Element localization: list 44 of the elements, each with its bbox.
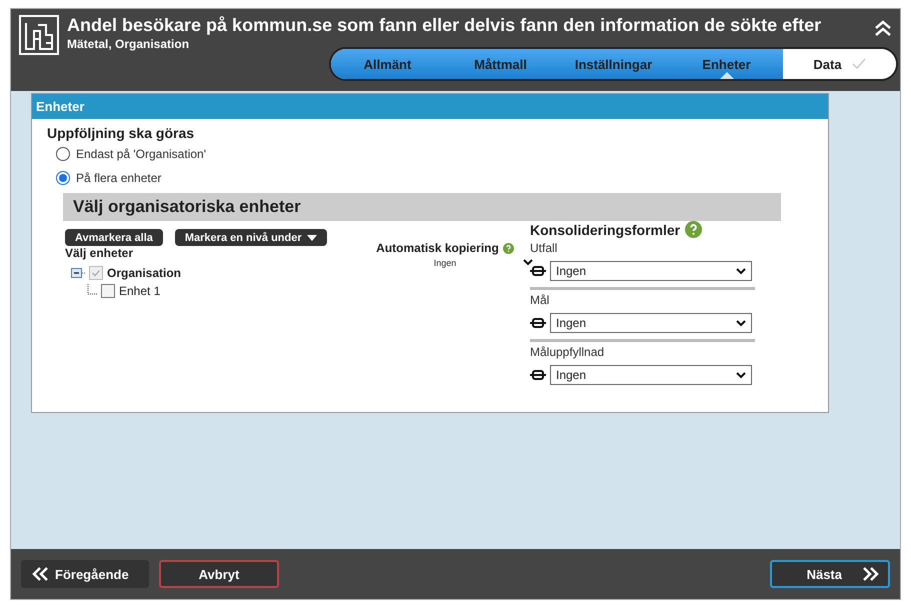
auto-copy-label: Automatisk kopiering bbox=[376, 241, 499, 255]
panel-title: Enheter bbox=[32, 94, 828, 119]
radio-button[interactable] bbox=[56, 171, 70, 185]
wizard-step[interactable]: Inställningar bbox=[557, 49, 670, 79]
action-button[interactable]: Avmarkera alla bbox=[65, 229, 163, 246]
field-label: Mål bbox=[530, 293, 550, 307]
radio-button[interactable] bbox=[56, 147, 70, 161]
wizard-step[interactable]: Allmänt bbox=[331, 49, 444, 79]
radio-label: På flera enheter bbox=[76, 171, 162, 185]
select-field[interactable]: Ingen bbox=[550, 313, 752, 333]
chevron-down-icon bbox=[736, 372, 746, 378]
link-icon bbox=[530, 370, 546, 380]
select-field[interactable]: Ingen bbox=[550, 365, 752, 385]
wizard-step[interactable]: Måttmall bbox=[444, 49, 557, 79]
dropdown-button[interactable]: Markera en nivå under bbox=[174, 229, 327, 246]
chevron-down-icon bbox=[736, 320, 746, 326]
chevron-down-icon bbox=[736, 268, 746, 274]
select-field[interactable]: Ingen bbox=[550, 261, 752, 281]
previous-button[interactable]: Föregående bbox=[21, 560, 149, 588]
chevron-down-icon bbox=[523, 259, 533, 266]
consolidation-title: Konsolideringsformler bbox=[530, 222, 680, 238]
help-icon[interactable] bbox=[502, 242, 514, 254]
logo-icon bbox=[19, 15, 59, 55]
wizard-step[interactable]: Enheter bbox=[670, 49, 783, 79]
field-label: Utfall bbox=[530, 241, 558, 255]
help-icon[interactable] bbox=[685, 221, 702, 238]
double-chevron-left-icon bbox=[31, 566, 49, 582]
check-icon bbox=[91, 268, 101, 278]
radio-label: Endast på 'Organisation' bbox=[76, 147, 206, 161]
question-label: Uppföljning ska göras bbox=[47, 125, 196, 141]
double-chevron-right-icon bbox=[862, 566, 880, 582]
check-icon bbox=[852, 58, 866, 70]
tree-label: Välj enheter bbox=[65, 246, 134, 260]
auto-copy-value[interactable]: Ingen bbox=[434, 258, 456, 268]
window-subtitle: Mätetal, Organisation bbox=[67, 37, 190, 51]
link-icon bbox=[530, 318, 546, 328]
collapse-icon[interactable] bbox=[874, 19, 892, 37]
caret-icon bbox=[306, 234, 317, 240]
section-title: Välj organisatoriska enheter bbox=[63, 193, 781, 221]
cancel-button[interactable]: Avbryt bbox=[159, 560, 279, 588]
field-label: Måluppfyllnad bbox=[530, 345, 606, 359]
link-icon bbox=[530, 266, 546, 276]
next-button[interactable]: Nästa bbox=[770, 560, 890, 588]
window-title: Andel besökare på kommun.se som fann eller delvis fann den information de sökte efter bbox=[67, 15, 822, 36]
